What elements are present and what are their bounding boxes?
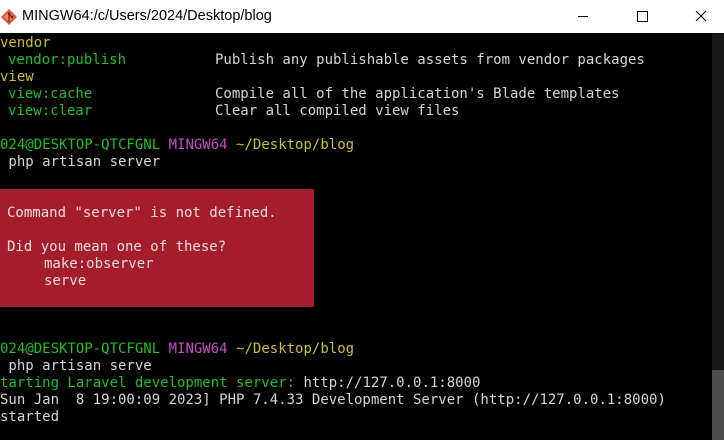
title-bar: MINGW64:/c/Users/2024/Desktop/blog <box>0 0 724 33</box>
prompt-user: 024@DESKTOP-QTCFGNL <box>0 137 161 153</box>
command-desc: Clear all compiled view files <box>215 103 460 119</box>
command-group-view: view <box>0 69 34 85</box>
window-title: MINGW64:/c/Users/2024/Desktop/blog <box>22 8 272 24</box>
suggestion-item: serve <box>44 273 87 289</box>
error-hint: Did you mean one of these? <box>7 239 227 255</box>
prompt-shell: MINGW64 <box>168 137 228 153</box>
suggestion-item: make:observer <box>44 256 154 272</box>
command-desc: Publish any publishable assets from vend… <box>215 52 645 68</box>
minimize-icon <box>578 16 588 17</box>
command-name: view:clear <box>8 103 93 119</box>
server-log-line: Sun Jan 8 19:00:09 2023] PHP 7.4.33 Deve… <box>0 392 666 408</box>
server-started-line: started <box>0 409 60 425</box>
prompt-user: 024@DESKTOP-QTCFGNL <box>0 341 161 357</box>
maximize-button[interactable] <box>620 0 666 33</box>
command-name: view:cache <box>8 86 93 102</box>
command-group-vendor: vendor <box>0 35 51 51</box>
server-message: tarting Laravel development server: <box>0 375 304 391</box>
git-bash-icon <box>1 9 17 25</box>
vertical-scrollbar[interactable] <box>712 33 724 440</box>
command-name: vendor:publish <box>8 52 127 68</box>
prompt-line: 024@DESKTOP-QTCFGNL MINGW64 ~/Desktop/bl… <box>0 341 354 358</box>
server-start-line: tarting Laravel development server: http… <box>0 375 480 392</box>
prompt-line: 024@DESKTOP-QTCFGNL MINGW64 ~/Desktop/bl… <box>0 137 354 154</box>
server-url: http://127.0.0.1:8000 <box>303 375 481 391</box>
prompt-path: ~/Desktop/blog <box>236 341 355 357</box>
command-input-line: php artisan server <box>0 154 161 170</box>
error-box: Command "server" is not defined. Did you… <box>0 189 314 307</box>
prompt-shell: MINGW64 <box>168 341 228 357</box>
close-icon <box>695 10 707 22</box>
close-button[interactable] <box>678 0 724 33</box>
maximize-icon <box>637 11 648 22</box>
error-message: Command "server" is not defined. <box>7 205 277 221</box>
terminal-output[interactable]: vendor vendor:publish Publish any publish… <box>0 33 712 440</box>
scrollbar-thumb[interactable] <box>712 370 724 440</box>
prompt-path: ~/Desktop/blog <box>236 137 355 153</box>
command-input-line: php artisan serve <box>0 358 152 374</box>
command-desc: Compile all of the application's Blade t… <box>215 86 620 102</box>
minimize-button[interactable] <box>560 0 606 33</box>
